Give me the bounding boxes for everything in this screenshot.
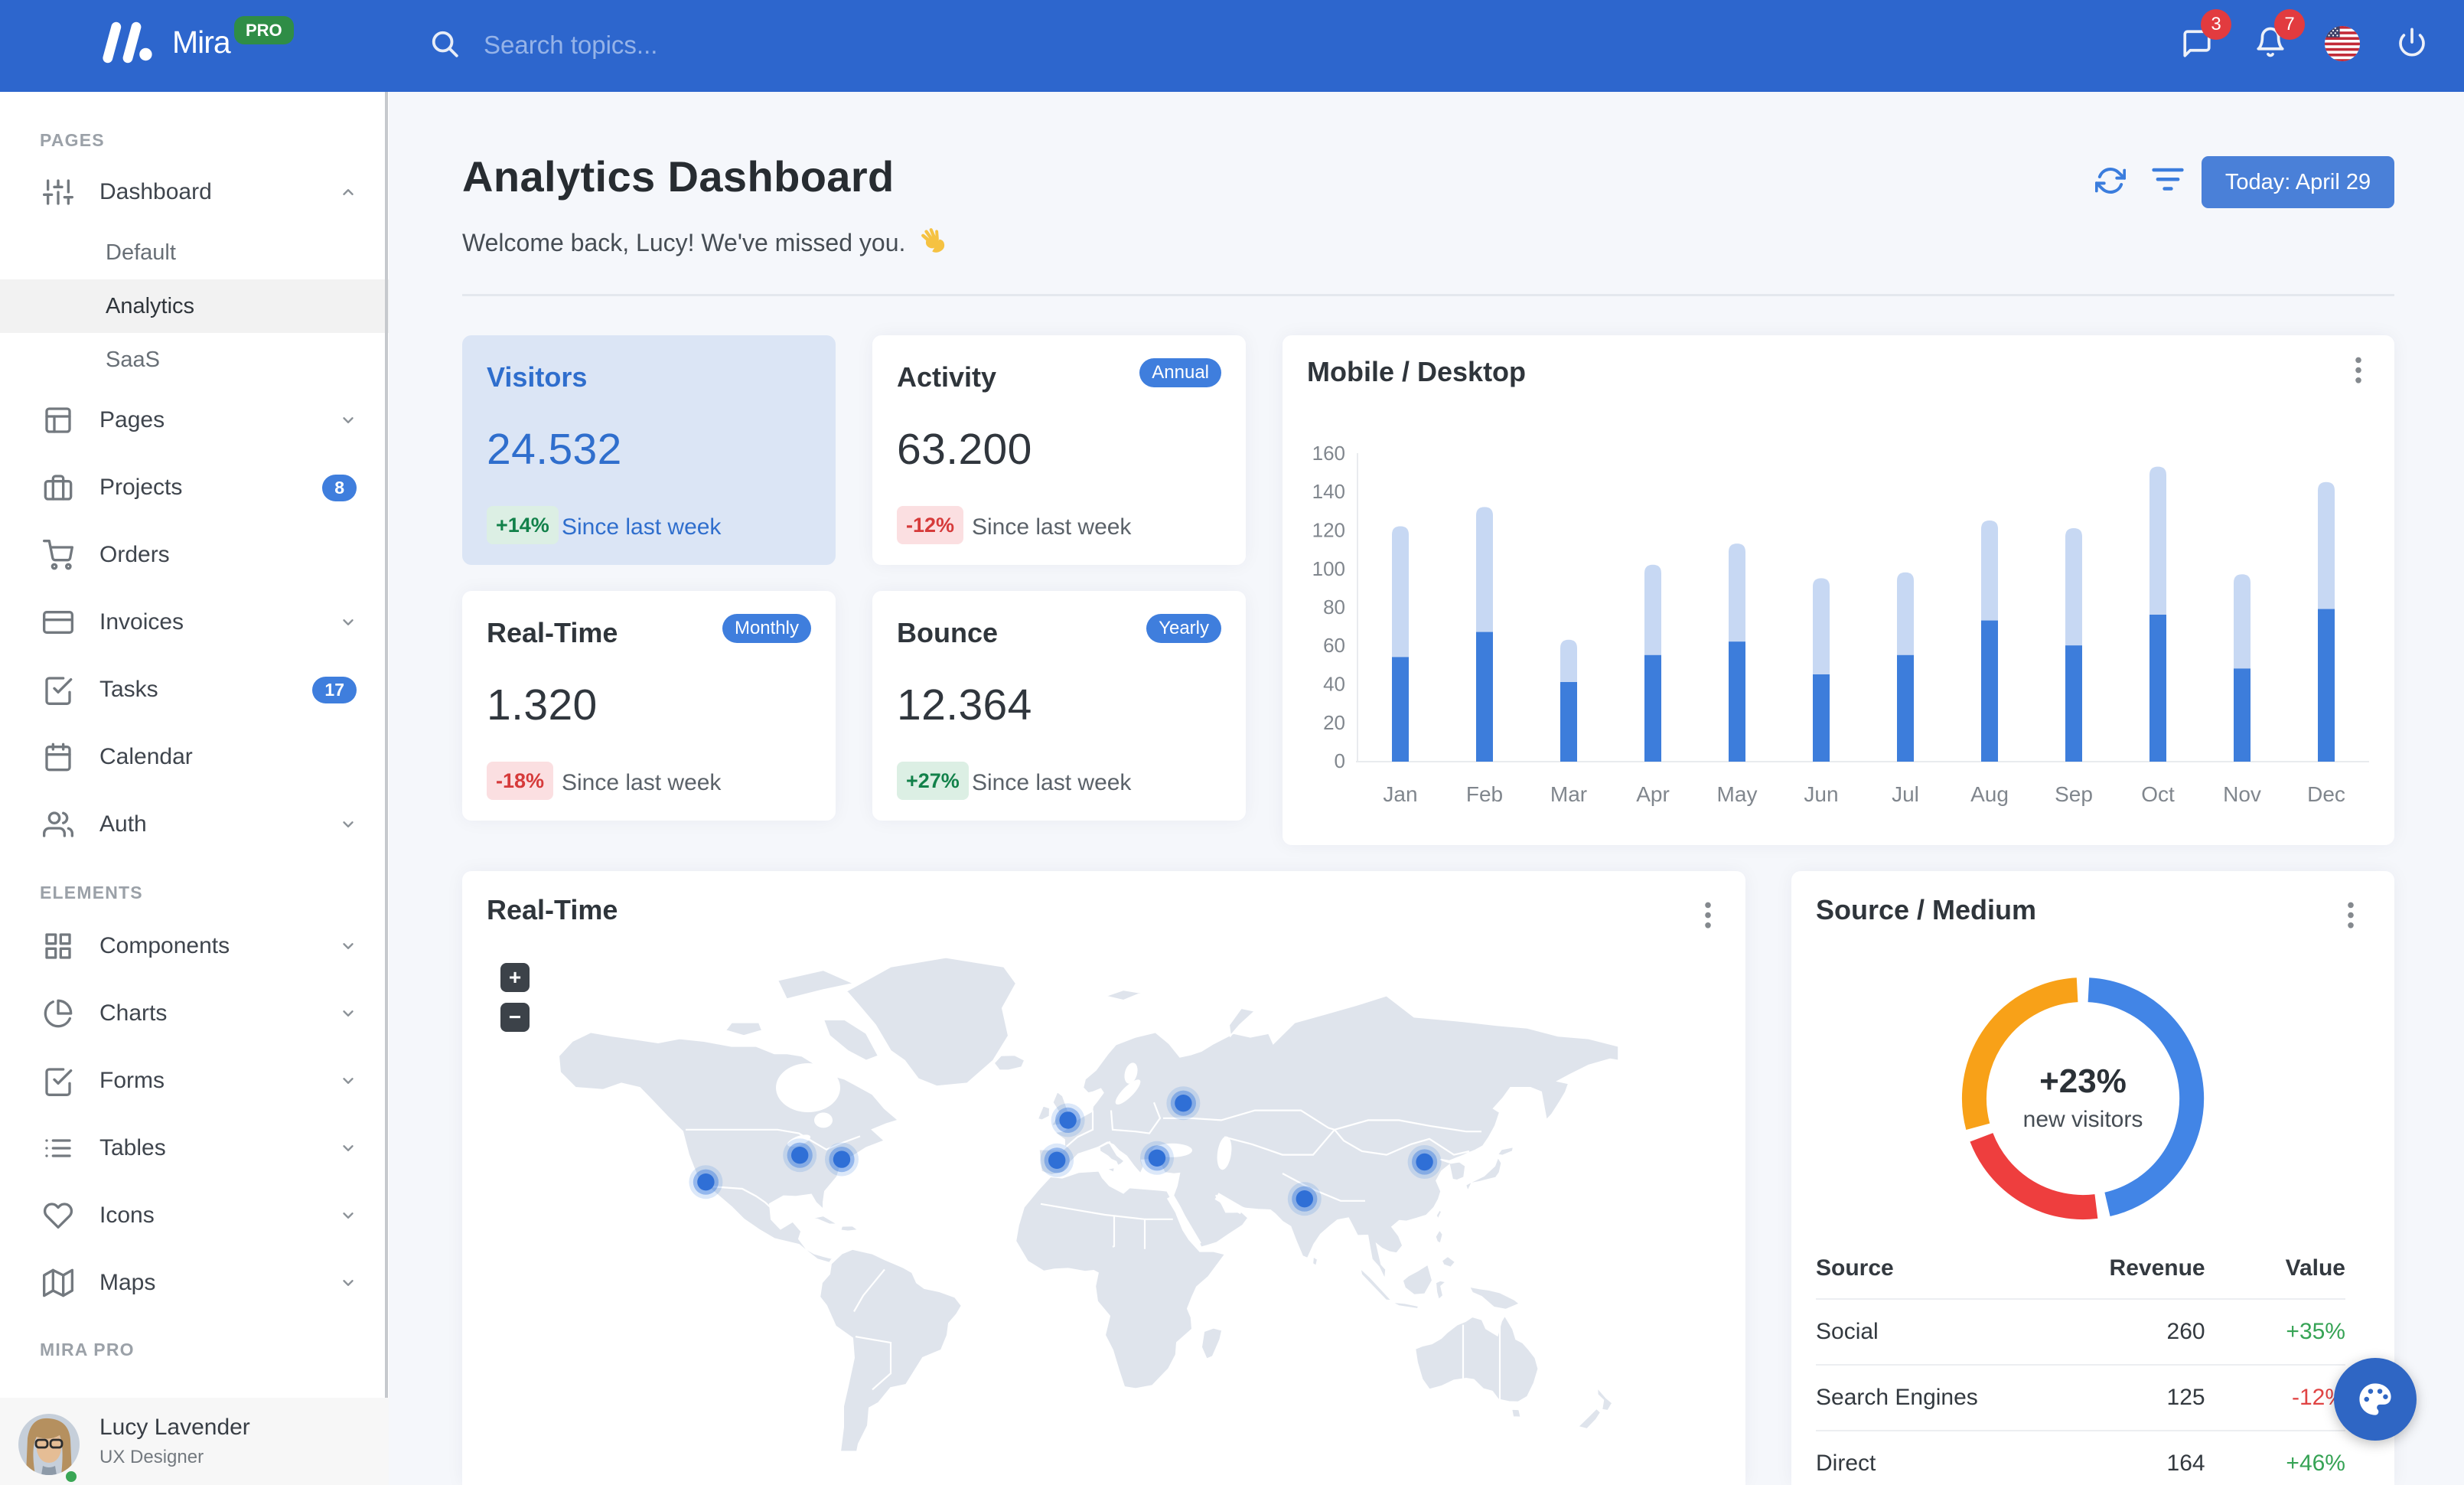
svg-text:Aug: Aug xyxy=(1970,782,2009,806)
svg-text:Sep: Sep xyxy=(2055,782,2093,806)
svg-text:Mar: Mar xyxy=(1550,782,1587,806)
svg-text:40: 40 xyxy=(1323,672,1345,695)
svg-text:20: 20 xyxy=(1323,711,1345,734)
svg-text:Jul: Jul xyxy=(1892,782,1919,806)
svg-text:Apr: Apr xyxy=(1636,782,1670,806)
svg-text:100: 100 xyxy=(1312,557,1345,580)
svg-text:Jun: Jun xyxy=(1804,782,1838,806)
svg-text:Feb: Feb xyxy=(1466,782,1503,806)
svg-text:80: 80 xyxy=(1323,596,1345,618)
svg-text:Oct: Oct xyxy=(2141,782,2175,806)
svg-text:Jan: Jan xyxy=(1383,782,1417,806)
svg-text:120: 120 xyxy=(1312,519,1345,542)
svg-text:0: 0 xyxy=(1335,749,1345,772)
svg-text:May: May xyxy=(1717,782,1758,806)
svg-text:160: 160 xyxy=(1312,442,1345,465)
svg-text:60: 60 xyxy=(1323,634,1345,657)
svg-text:140: 140 xyxy=(1312,480,1345,503)
svg-text:Dec: Dec xyxy=(2307,782,2345,806)
svg-text:Nov: Nov xyxy=(2223,782,2261,806)
